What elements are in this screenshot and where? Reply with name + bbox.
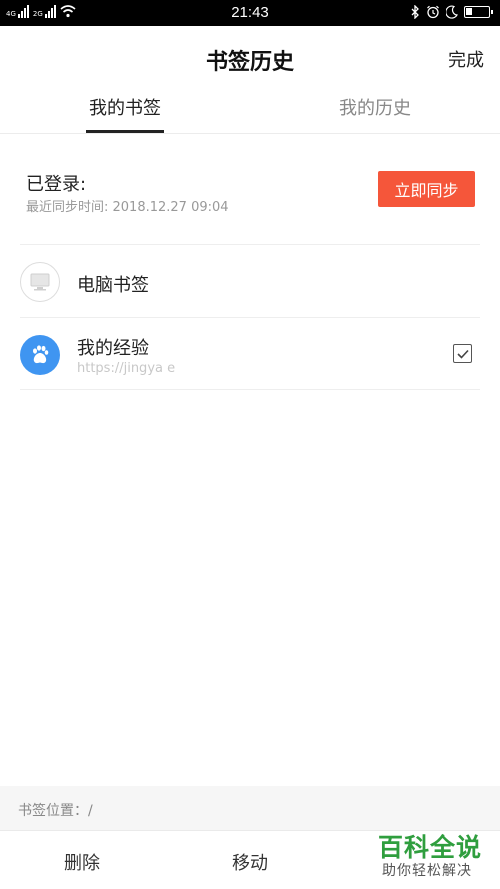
bookmark-checkbox[interactable] <box>453 344 472 363</box>
bookmark-location-text: 书签位置：/ <box>18 803 93 819</box>
bookmark-title: 我的经验 <box>77 338 149 359</box>
page-title: 书签历史 <box>205 50 294 75</box>
list-item-my-experience[interactable]: 我的经验 https://jingya e <box>20 317 480 390</box>
tab-bar: 我的书签 我的历史 <box>0 88 500 134</box>
bookmark-url: https://jingya e <box>77 361 176 376</box>
bookmark-location-bar: 书签位置：/ <box>0 786 500 830</box>
bookmark-list: 电脑书签 我的经验 https://jingya e <box>20 244 480 390</box>
delete-button[interactable]: 删除 <box>64 849 100 875</box>
watermark-sub-text: 助你轻松解决 <box>382 863 472 879</box>
account-section: 已登录: 最近同步时间: 2018.12.27 09:04 立即同步 <box>0 134 500 244</box>
list-item-pc-bookmarks[interactable]: 电脑书签 <box>20 244 480 317</box>
done-button[interactable]: 完成 <box>448 46 484 72</box>
watermark-main-text: 百科全说 <box>378 833 483 862</box>
watermark-logo: 百科全说 助你轻松解决 <box>372 826 490 882</box>
alarm-icon <box>427 5 439 19</box>
login-status-label: 已登录: <box>26 174 87 195</box>
header: 书签历史 完成 <box>0 26 500 88</box>
baidu-paw-icon <box>20 335 60 375</box>
bluetooth-icon <box>411 5 419 19</box>
tab-my-history[interactable]: 我的历史 <box>250 94 500 120</box>
checkmark-icon <box>456 349 469 359</box>
status-bar: 4G 2G 21:43 <box>0 0 500 26</box>
moon-icon <box>446 5 458 19</box>
battery-fill <box>466 8 472 15</box>
bookmark-folder-title: 电脑书签 <box>77 275 149 296</box>
move-button[interactable]: 移动 <box>232 849 268 875</box>
active-tab-indicator <box>86 130 164 133</box>
computer-icon <box>20 262 60 302</box>
tab-my-bookmarks[interactable]: 我的书签 <box>0 94 250 120</box>
battery-icon <box>464 6 493 18</box>
last-sync-time: 最近同步时间: 2018.12.27 09:04 <box>26 200 229 215</box>
sync-now-button[interactable]: 立即同步 <box>378 171 475 207</box>
status-right <box>410 5 493 19</box>
